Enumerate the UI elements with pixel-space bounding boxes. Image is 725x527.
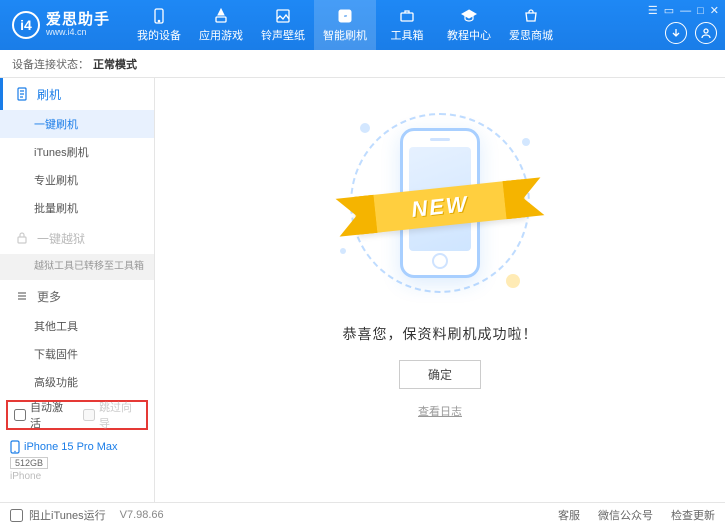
device-name[interactable]: iPhone 15 Pro Max <box>10 440 144 454</box>
sidebar-section-more[interactable]: 更多 <box>0 280 154 312</box>
checkbox-block-itunes[interactable]: 阻止iTunes运行 <box>10 507 106 523</box>
sidebar-item-other-tools[interactable]: 其他工具 <box>0 312 154 340</box>
success-message: 恭喜您，保资料刷机成功啦！ <box>343 324 538 344</box>
phone-icon <box>150 7 168 25</box>
user-button[interactable] <box>695 22 717 44</box>
sidebar-item-advanced[interactable]: 高级功能 <box>0 368 154 396</box>
device-type: iPhone <box>10 471 144 482</box>
nav-toolbox[interactable]: 工具箱 <box>376 0 438 50</box>
menu-icon[interactable]: ☰ <box>648 4 658 17</box>
sidebar-section-jailbreak: 一键越狱 <box>0 222 154 254</box>
nav-store[interactable]: 爱思商城 <box>500 0 562 50</box>
checkbox-skip-guide[interactable]: 跳过向导 <box>83 399 140 431</box>
success-illustration: NEW <box>330 108 550 298</box>
titlebar: i4 爱思助手 www.i4.cn 我的设备 应用游戏 铃声壁纸 智能刷机 工具… <box>0 0 725 50</box>
lock-icon <box>15 231 29 245</box>
jailbreak-moved-note: 越狱工具已转移至工具箱 <box>0 254 154 280</box>
footer-link-wechat[interactable]: 微信公众号 <box>598 507 653 523</box>
highlight-options-box: 自动激活 跳过向导 <box>6 400 148 430</box>
nav-my-device[interactable]: 我的设备 <box>128 0 190 50</box>
footer-link-support[interactable]: 客服 <box>558 507 580 523</box>
sidebar-section-flash[interactable]: 刷机 <box>0 78 154 110</box>
device-status-bar: 设备连接状态： 正常模式 <box>0 50 725 78</box>
device-info: iPhone 15 Pro Max 512GB iPhone <box>0 434 154 488</box>
device-status-value: 正常模式 <box>93 56 137 72</box>
skin-icon[interactable]: ▭ <box>664 4 674 17</box>
apps-icon <box>212 7 230 25</box>
minimize-icon[interactable]: — <box>680 5 691 17</box>
maximize-icon[interactable]: □ <box>697 5 704 17</box>
doc-icon <box>15 87 29 101</box>
toolbox-icon <box>398 7 416 25</box>
sidebar-item-one-click-flash[interactable]: 一键刷机 <box>0 110 154 138</box>
close-icon[interactable]: ✕ <box>710 4 719 17</box>
app-title: 爱思助手 <box>46 12 110 29</box>
footer-link-update[interactable]: 检查更新 <box>671 507 715 523</box>
view-log-link[interactable]: 查看日志 <box>418 403 462 419</box>
nav-tutorials[interactable]: 教程中心 <box>438 0 500 50</box>
sidebar-item-download-firmware[interactable]: 下载固件 <box>0 340 154 368</box>
version-label: V7.98.66 <box>120 509 164 521</box>
graduation-icon <box>460 7 478 25</box>
sidebar-item-batch-flash[interactable]: 批量刷机 <box>0 194 154 222</box>
checkbox-auto-activate[interactable]: 自动激活 <box>14 399 71 431</box>
top-nav: 我的设备 应用游戏 铃声壁纸 智能刷机 工具箱 教程中心 爱思商城 <box>128 0 562 50</box>
wallpaper-icon <box>274 7 292 25</box>
store-icon <box>522 7 540 25</box>
nav-smart-flash[interactable]: 智能刷机 <box>314 0 376 50</box>
flash-icon <box>336 7 354 25</box>
sidebar-item-itunes-flash[interactable]: iTunes刷机 <box>0 138 154 166</box>
app-subtitle: www.i4.cn <box>46 28 110 38</box>
download-button[interactable] <box>665 22 687 44</box>
device-storage: 512GB <box>10 457 48 469</box>
main-content: NEW 恭喜您，保资料刷机成功啦！ 确定 查看日志 <box>155 78 725 502</box>
sidebar-item-pro-flash[interactable]: 专业刷机 <box>0 166 154 194</box>
logo-icon: i4 <box>12 11 40 39</box>
list-icon <box>15 289 29 303</box>
sidebar: 刷机 一键刷机 iTunes刷机 专业刷机 批量刷机 一键越狱 越狱工具已转移至… <box>0 78 155 502</box>
footer: 阻止iTunes运行 V7.98.66 客服 微信公众号 检查更新 <box>0 502 725 527</box>
app-logo: i4 爱思助手 www.i4.cn <box>0 11 110 39</box>
ok-button[interactable]: 确定 <box>399 360 481 389</box>
window-controls: ☰ ▭ — □ ✕ <box>648 4 719 17</box>
nav-ringtone-wallpaper[interactable]: 铃声壁纸 <box>252 0 314 50</box>
device-phone-icon <box>10 440 20 454</box>
nav-apps-games[interactable]: 应用游戏 <box>190 0 252 50</box>
